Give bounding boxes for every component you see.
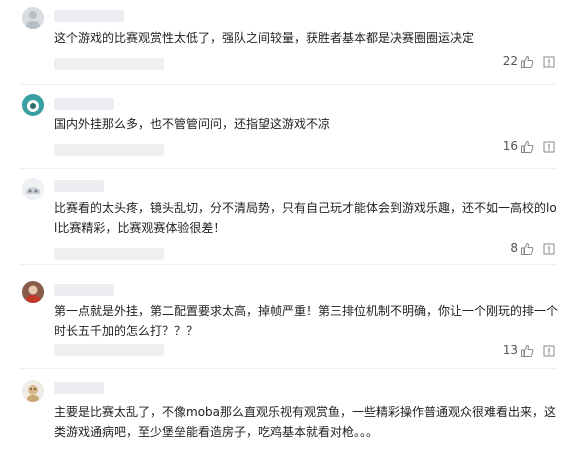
comment-actions: 13 xyxy=(503,342,556,358)
more-options-icon[interactable] xyxy=(542,54,556,68)
username-redacted[interactable] xyxy=(54,284,114,296)
comment-text: 国内外挂那么多，也不管管问问，还指望这游戏不凉 xyxy=(54,117,331,131)
user-avatar-icon[interactable] xyxy=(22,281,44,303)
username-redacted[interactable] xyxy=(54,180,104,192)
comment-actions: 8 xyxy=(510,240,556,256)
comment-text: 主要是比赛太乱了，不像moba那么直观乐视有观赏鱼，一些精彩操作普通观众很难看出… xyxy=(54,405,557,439)
user-avatar-icon[interactable] xyxy=(22,7,44,29)
like-count: 16 xyxy=(502,139,518,153)
divider xyxy=(20,368,556,369)
user-avatar-icon[interactable] xyxy=(22,94,44,116)
comment-actions: 16 xyxy=(503,138,556,154)
thumbs-up-icon[interactable] xyxy=(520,139,534,153)
comment-meta-redacted xyxy=(54,344,164,356)
more-options-icon[interactable] xyxy=(542,241,556,255)
more-options-icon[interactable] xyxy=(542,343,556,357)
comment-text: 比赛看的太头疼，镜头乱切，分不清局势，只有自己玩才能体会到游戏乐趣，还不如一高校… xyxy=(54,201,557,235)
user-avatar-icon[interactable] xyxy=(22,380,44,402)
divider xyxy=(20,264,556,265)
comment-meta-redacted xyxy=(54,248,164,260)
divider xyxy=(20,84,556,85)
user-avatar-icon[interactable] xyxy=(22,178,44,200)
comment-text: 这个游戏的比赛观赏性太低了，强队之间较量，获胜者基本都是决赛圈圈运决定 xyxy=(54,31,475,45)
thumbs-up-icon[interactable] xyxy=(520,54,534,68)
like-count: 13 xyxy=(502,343,518,357)
divider xyxy=(20,168,556,169)
comment-actions: 22 xyxy=(503,53,556,69)
thumbs-up-icon[interactable] xyxy=(520,241,534,255)
like-count: 22 xyxy=(502,54,518,68)
like-count: 8 xyxy=(510,241,518,255)
comment-meta-redacted xyxy=(54,144,164,156)
thumbs-up-icon[interactable] xyxy=(520,343,534,357)
username-redacted[interactable] xyxy=(54,10,124,22)
comment-meta-redacted xyxy=(54,58,164,70)
comment-text: 第一点就是外挂，第二配置要求太高，掉帧严重！第三排位机制不明确，你让一个刚玩的排… xyxy=(54,304,559,338)
username-redacted[interactable] xyxy=(54,98,114,110)
username-redacted[interactable] xyxy=(54,382,104,394)
more-options-icon[interactable] xyxy=(542,139,556,153)
